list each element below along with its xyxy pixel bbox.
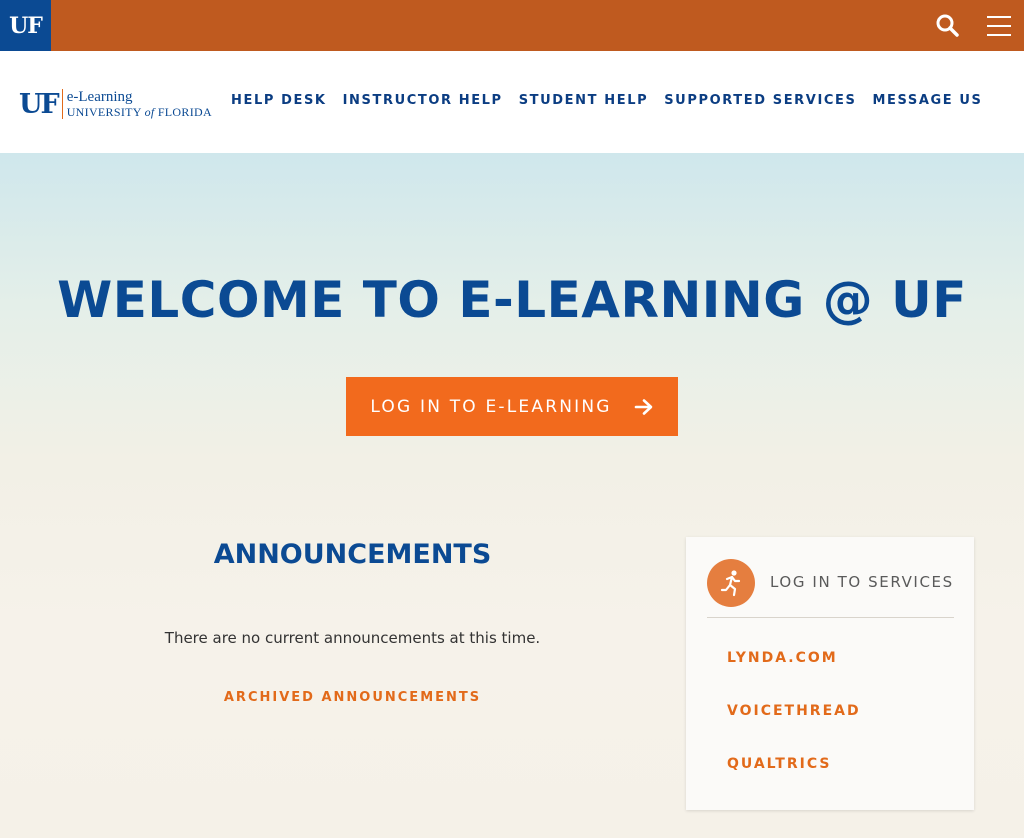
brand-line2: UNIVERSITY of FLORIDA <box>66 104 212 119</box>
nav-supported-services[interactable]: SUPPORTED SERVICES <box>664 93 856 108</box>
search-icon[interactable] <box>934 12 962 40</box>
arrow-right-icon <box>634 398 652 415</box>
services-title: LOG IN TO SERVICES <box>770 573 954 591</box>
brand-divider <box>61 89 63 119</box>
archived-announcements-link[interactable]: ARCHIVED ANNOUNCEMENTS <box>100 690 605 705</box>
service-link-lynda[interactable]: LYNDA.COM <box>727 650 861 703</box>
brand-mark: UF <box>19 88 60 120</box>
service-link-qualtrics[interactable]: QUALTRICS <box>727 756 861 809</box>
services-card: LOG IN TO SERVICES LYNDA.COM VOICETHREAD… <box>686 537 974 810</box>
login-elearning-button[interactable]: LOG IN TO E-LEARNING <box>346 377 678 436</box>
nav-help-desk[interactable]: HELP DESK <box>231 93 327 108</box>
hero-section: WELCOME TO E-LEARNING @ UF LOG IN TO E-L… <box>0 153 1024 838</box>
announcements-heading: ANNOUNCEMENTS <box>213 539 492 570</box>
login-button-label: LOG IN TO E-LEARNING <box>370 396 612 417</box>
elearning-logo[interactable]: UF e-Learning UNIVERSITY of FLORIDA <box>19 87 212 121</box>
nav-instructor-help[interactable]: INSTRUCTOR HELP <box>343 93 503 108</box>
top-bar: UF <box>0 0 1024 51</box>
brand-line2-prefix: UNIVERSITY <box>66 104 145 119</box>
nav-message-us[interactable]: MESSAGE US <box>872 93 982 108</box>
hamburger-menu-icon[interactable] <box>985 13 1013 39</box>
running-person-icon <box>707 559 755 607</box>
uf-logo-text: UF <box>9 12 43 39</box>
divider <box>707 617 954 618</box>
brand-line2-suffix: FLORIDA <box>154 104 212 119</box>
brand-text: e-Learning UNIVERSITY of FLORIDA <box>66 88 212 119</box>
service-link-voicethread[interactable]: VOICETHREAD <box>727 703 861 756</box>
brand-line2-of: of <box>144 104 155 119</box>
page-title: WELCOME TO E-LEARNING @ UF <box>57 271 967 329</box>
services-links: LYNDA.COM VOICETHREAD QUALTRICS <box>727 650 861 809</box>
brand-line1: e-Learning <box>66 88 133 105</box>
announcements-empty-text: There are no current announcements at th… <box>164 629 541 647</box>
uf-logo[interactable]: UF <box>0 0 51 51</box>
nav-links: HELP DESK INSTRUCTOR HELP STUDENT HELP S… <box>223 93 991 108</box>
main-nav: UF e-Learning UNIVERSITY of FLORIDA HELP… <box>0 51 1024 153</box>
nav-student-help[interactable]: STUDENT HELP <box>519 93 649 108</box>
